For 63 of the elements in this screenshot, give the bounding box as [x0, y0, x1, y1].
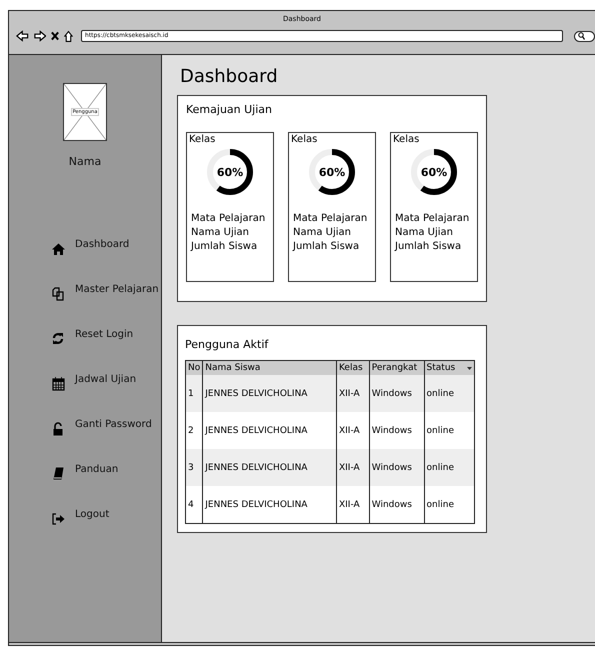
card-info-text: Mata Pelajaran	[191, 212, 266, 225]
search-icon[interactable]	[578, 32, 586, 40]
column-header[interactable]: Kelas	[336, 360, 370, 375]
table-cell: JENNES DELVICHOLINA	[202, 412, 336, 449]
table-cell: 1	[186, 375, 203, 412]
unlocked-padlock-icon	[53, 422, 63, 436]
table-cell: online	[424, 375, 474, 412]
table-cell: Windows	[369, 412, 424, 449]
progress-percent: 60%	[318, 164, 346, 180]
page-title: Dashboard	[180, 66, 279, 87]
sidebar-menu-item[interactable]: Panduan	[75, 464, 118, 475]
sidebar-menu-item[interactable]: Ganti Password	[75, 419, 152, 430]
table-cell: JENNES DELVICHOLINA	[202, 449, 336, 486]
sortable-column-header[interactable]: Status	[424, 360, 474, 375]
forward-arrow-icon[interactable]	[34, 30, 46, 42]
search-field[interactable]	[574, 30, 595, 42]
table-cell: 4	[186, 486, 203, 524]
refresh-icon	[52, 332, 64, 345]
table-cell: XII-A	[336, 486, 370, 524]
sidebar-menu-item[interactable]: Jadwal Ujian	[75, 374, 136, 385]
calendar-icon	[52, 376, 64, 390]
close-icon[interactable]	[51, 31, 60, 41]
table-cell: JENNES DELVICHOLINA	[202, 486, 336, 524]
class-label: Kelas	[393, 134, 420, 145]
sidebar-menu-item[interactable]: Master Pelajaran	[75, 284, 159, 295]
table-cell: XII-A	[336, 449, 370, 486]
table-cell: JENNES DELVICHOLINA	[202, 375, 336, 412]
dropdown-caret-icon[interactable]	[467, 366, 472, 370]
table-cell: XII-A	[336, 412, 370, 449]
column-header[interactable]: Perangkat	[369, 360, 424, 375]
table-cell: 3	[186, 449, 203, 486]
progress-percent: 60%	[420, 164, 448, 180]
logout-icon	[52, 512, 64, 524]
sidebar-menu-item[interactable]: Dashboard	[75, 239, 130, 250]
back-arrow-icon[interactable]	[16, 30, 29, 42]
panel-title: Kemajuan Ujian	[186, 103, 274, 116]
sidebar-menu-item[interactable]: Logout	[75, 509, 110, 520]
table-cell: online	[424, 486, 474, 524]
table-cell: online	[424, 412, 474, 449]
table-cell: 2	[186, 412, 203, 449]
card-info-text: Nama Ujian	[395, 226, 454, 239]
sidebar-menu-item[interactable]: Reset Login	[75, 329, 134, 340]
table-cell: Windows	[369, 449, 424, 486]
table-cell: Windows	[369, 375, 424, 412]
copy-icon	[52, 286, 64, 300]
book-icon	[52, 467, 64, 480]
table-cell: XII-A	[336, 375, 370, 412]
class-label: Kelas	[291, 134, 318, 145]
table-cell: online	[424, 449, 474, 486]
panel-title: Pengguna Aktif	[185, 338, 270, 351]
card-info-text: Jumlah Siswa	[395, 240, 462, 253]
card-info-text: Nama Ujian	[191, 226, 250, 239]
card-info-text: Mata Pelajaran	[293, 212, 368, 225]
table-cell: Windows	[369, 486, 424, 524]
card-info-text: Mata Pelajaran	[395, 212, 470, 225]
column-header[interactable]: No	[186, 360, 203, 375]
progress-percent: 60%	[216, 164, 244, 180]
user-name: Nama	[68, 155, 102, 168]
card-info-text: Jumlah Siswa	[191, 240, 258, 253]
class-label: Kelas	[189, 134, 216, 145]
card-info-text: Nama Ujian	[293, 226, 352, 239]
card-info-text: Jumlah Siswa	[293, 240, 360, 253]
column-header[interactable]: Nama Siswa	[202, 360, 336, 375]
